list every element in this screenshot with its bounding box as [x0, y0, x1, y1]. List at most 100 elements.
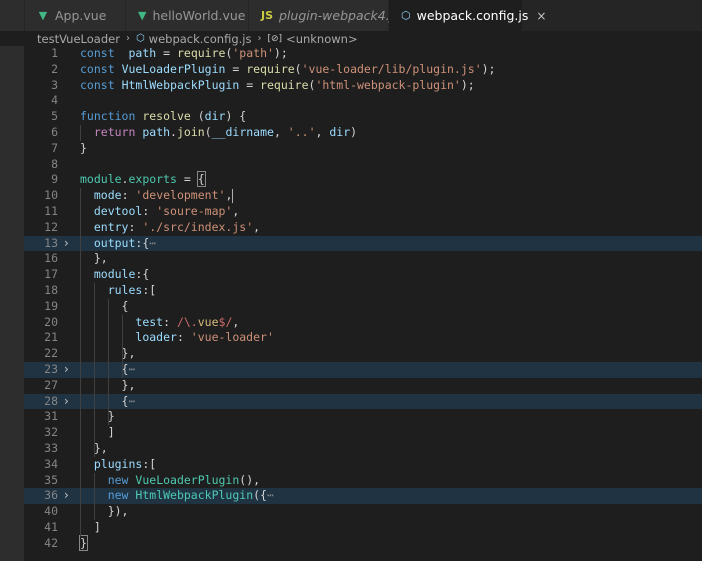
code-token: : — [176, 330, 191, 345]
code-token: :[ — [142, 283, 157, 297]
line-number: 5 — [51, 109, 58, 124]
code-text: ] — [80, 520, 101, 536]
code-token: ) — [350, 125, 358, 139]
code-token: ] — [80, 520, 101, 534]
code-line[interactable]: 7} — [24, 141, 702, 157]
tab-webpack-config-js[interactable]: ⬡ webpack.config.js × — [389, 0, 546, 31]
line-number: 10 — [44, 188, 58, 203]
code-line[interactable]: 33 }, — [24, 441, 702, 457]
code-line[interactable]: 2 const VueLoaderPlugin = require('vue-lo… — [24, 62, 702, 78]
code-line[interactable]: 32 ] — [24, 425, 702, 441]
code-token: ( — [204, 125, 212, 139]
code-token: return — [93, 125, 136, 139]
code-text: const path = require('path'); — [80, 46, 288, 62]
tab-label: webpack.config.js — [416, 8, 529, 23]
code-token: , — [273, 125, 288, 139]
code-line[interactable]: 36 › new HtmlWebpackPlugin({⋯ — [24, 488, 702, 505]
code-line[interactable]: 41 ] — [24, 520, 702, 536]
tab-helloworld-vue[interactable]: ▼ helloWorld.vue — [126, 0, 249, 31]
code-line[interactable]: 1 const path = require('path'); — [24, 46, 702, 62]
breadcrumb-folder[interactable]: testVueLoader — [37, 32, 120, 46]
breadcrumb-file[interactable]: webpack.config.js — [149, 32, 252, 46]
code-line[interactable]: 16 }, — [24, 251, 702, 267]
code-text: entry: './src/index.js', — [80, 220, 260, 236]
breadcrumb-symbol[interactable]: <unknown> — [286, 32, 358, 46]
code-token: loader — [135, 330, 177, 345]
code-token: ); — [273, 46, 288, 60]
code-token: }, — [80, 251, 108, 266]
line-number: 36 — [44, 488, 58, 503]
close-icon[interactable]: × — [536, 9, 546, 23]
code-line[interactable]: 6 return path.join(__dirname, '..', dir) — [24, 125, 702, 141]
tab-plugin-webpack4-js[interactable]: JS plugin-webpack4.js — [249, 0, 400, 31]
code-line[interactable]: 22 }, — [24, 346, 702, 362]
code-line[interactable]: 18 rules:[ — [24, 283, 702, 299]
code-token: } — [80, 140, 87, 155]
code-text: } — [80, 409, 115, 425]
code-token: path — [142, 125, 171, 139]
code-token: rules — [107, 283, 143, 297]
code-token: = — [225, 61, 247, 76]
code-line[interactable]: 42} — [24, 534, 702, 552]
line-number: 22 — [44, 346, 58, 361]
fold-chevron-icon[interactable]: › — [64, 394, 69, 410]
indent-guide — [80, 188, 81, 536]
code-line[interactable]: 34 plugins:[ — [24, 457, 702, 473]
code-line[interactable]: 21 loader: 'vue-loader' — [24, 330, 702, 346]
code-line[interactable]: 35 new VueLoaderPlugin(), — [24, 473, 702, 489]
code-text: module.exports = { — [80, 171, 206, 188]
code-line[interactable]: 20 test: /\.vue$/, — [24, 315, 702, 331]
folded-ellipsis: ⋯ — [128, 393, 136, 408]
code-line[interactable]: 9 module.exports = { — [24, 171, 702, 188]
code-token: : — [142, 204, 157, 218]
line-number: 12 — [44, 219, 58, 234]
code-line[interactable]: 23 › {⋯ — [24, 362, 702, 378]
code-text: function resolve (dir) { — [80, 109, 246, 125]
code-line[interactable]: 4 — [24, 93, 702, 109]
code-line[interactable]: 27 }, — [24, 378, 702, 394]
code-line[interactable]: 28 › {⋯ — [24, 393, 702, 410]
tab-bar-left-spacer — [0, 0, 25, 31]
vue-icon: ▼ — [138, 9, 147, 22]
code-token: { — [80, 298, 129, 313]
code-line[interactable]: 19 { — [24, 299, 702, 315]
code-line[interactable]: 31 } — [24, 409, 702, 425]
code-text: module:{ — [80, 267, 149, 283]
code-text: }), — [80, 504, 129, 520]
tab-app-vue[interactable]: ▼ App.vue — [25, 0, 126, 31]
webpack-icon: ⬡ — [401, 9, 411, 22]
line-number: 42 — [44, 535, 58, 550]
code-token: ( — [190, 109, 205, 124]
indent-guide — [80, 125, 81, 141]
code-token: = — [156, 46, 177, 60]
code-token: require — [246, 61, 295, 76]
code-line[interactable]: 12 entry: './src/index.js', — [24, 220, 702, 236]
code-line[interactable]: 17 module:{ — [24, 267, 702, 283]
code-token: :[ — [142, 456, 157, 471]
line-number: 1 — [51, 46, 58, 60]
code-line[interactable]: 10 mode: 'development', — [24, 188, 702, 204]
code-line[interactable]: 11 devtool: 'soure-map', — [24, 204, 702, 220]
code-token: $/ — [218, 314, 233, 329]
line-number: 7 — [51, 140, 58, 155]
code-line[interactable]: 5 function resolve (dir) { — [24, 109, 702, 125]
code-line[interactable]: 3 const HtmlWebpackPlugin = require('html… — [24, 78, 702, 94]
fold-chevron-icon[interactable]: › — [64, 236, 69, 252]
code-line[interactable]: 8 — [24, 157, 702, 173]
code-line[interactable]: 40 }), — [24, 504, 702, 520]
line-number: 11 — [44, 204, 58, 218]
chevron-right-icon: › — [125, 33, 130, 44]
code-token: module — [80, 172, 122, 187]
code-editor[interactable]: 1 const path = require('path'); 2 const Vue… — [24, 46, 702, 561]
line-number: 31 — [44, 409, 58, 424]
code-token: : — [121, 188, 136, 203]
line-number: 16 — [44, 251, 58, 266]
fold-chevron-icon[interactable]: › — [64, 488, 69, 504]
fold-chevron-icon[interactable]: › — [64, 362, 69, 378]
code-line[interactable]: 13 › output:{⋯ — [24, 235, 702, 252]
vue-icon: ▼ — [38, 9, 48, 22]
